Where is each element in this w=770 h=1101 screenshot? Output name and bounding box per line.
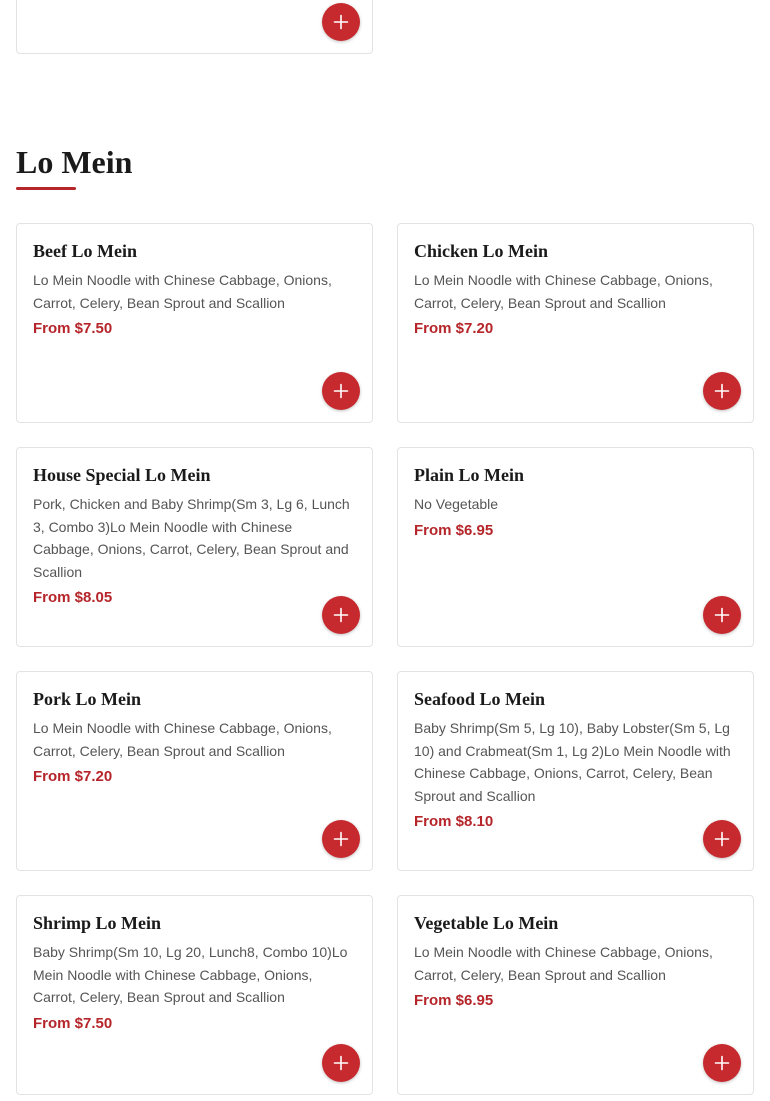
menu-item-price: From $8.10 <box>414 813 494 830</box>
plus-icon <box>333 831 349 847</box>
menu-item-name: Plain Lo Mein <box>414 465 525 485</box>
add-to-cart-button[interactable] <box>703 372 741 410</box>
add-to-cart-button[interactable] <box>703 820 741 858</box>
menu-item-price: From $7.50 <box>33 320 113 337</box>
menu-item-price: From $7.20 <box>414 320 494 337</box>
menu-item-description: No Vegetable <box>414 496 499 512</box>
add-to-cart-button[interactable] <box>322 3 360 41</box>
add-to-cart-button[interactable] <box>703 596 741 634</box>
add-to-cart-button[interactable] <box>703 1044 741 1082</box>
menu-item-card[interactable]: Seafood Lo Mein Baby Shrimp(Sm 5, Lg 10)… <box>397 671 754 871</box>
menu-item-card[interactable]: Beef Lo Mein Lo Mein Noodle with Chinese… <box>16 223 373 423</box>
menu-item-card[interactable]: House Special Lo Mein Pork, Chicken and … <box>16 447 373 647</box>
add-to-cart-button[interactable] <box>322 1044 360 1082</box>
section-title-underline <box>16 187 76 190</box>
menu-item-name: Seafood Lo Mein <box>414 689 546 709</box>
menu-item-card[interactable]: Shrimp Lo Mein Baby Shrimp(Sm 10, Lg 20,… <box>16 895 373 1095</box>
add-to-cart-button[interactable] <box>322 372 360 410</box>
menu-item-name: House Special Lo Mein <box>33 465 211 485</box>
menu-item-description: Lo Mein Noodle with Chinese Cabbage, Oni… <box>33 272 332 311</box>
menu-item-description: Lo Mein Noodle with Chinese Cabbage, Oni… <box>414 272 713 311</box>
menu-item-price: From $7.20 <box>33 768 113 785</box>
plus-icon <box>333 383 349 399</box>
menu-item-name: Chicken Lo Mein <box>414 241 549 261</box>
menu-item-card[interactable]: Vegetable Lo Mein Lo Mein Noodle with Ch… <box>397 895 754 1095</box>
menu-item-description: Pork, Chicken and Baby Shrimp(Sm 3, Lg 6… <box>33 496 350 580</box>
menu-item-price: From $8.05 <box>33 589 113 606</box>
add-to-cart-button[interactable] <box>322 596 360 634</box>
menu-item-description: Baby Shrimp(Sm 5, Lg 10), Baby Lobster(S… <box>414 720 731 804</box>
menu-item-card[interactable]: Pork Lo Mein Lo Mein Noodle with Chinese… <box>16 671 373 871</box>
menu-item-name: Beef Lo Mein <box>33 241 137 261</box>
menu-item-description: Lo Mein Noodle with Chinese Cabbage, Oni… <box>414 944 713 983</box>
menu-item-card[interactable]: Plain Lo Mein No Vegetable From $6.95 <box>397 447 754 647</box>
plus-icon <box>714 607 730 623</box>
menu-item-description: Lo Mein Noodle with Chinese Cabbage, Oni… <box>33 720 332 759</box>
previous-section-card <box>16 0 373 54</box>
plus-icon <box>714 383 730 399</box>
menu-item-price: From $7.50 <box>33 1014 113 1032</box>
section-title: Lo Mein <box>16 144 133 180</box>
plus-icon <box>333 607 349 623</box>
plus-icon <box>333 14 349 30</box>
menu-item-price: From $6.95 <box>414 992 494 1009</box>
menu-item-card[interactable]: Chicken Lo Mein Lo Mein Noodle with Chin… <box>397 223 754 423</box>
menu-item-name: Vegetable Lo Mein <box>414 913 559 933</box>
menu-item-name: Pork Lo Mein <box>33 689 141 709</box>
menu-item-price: From $6.95 <box>414 521 494 539</box>
menu-item-description: Baby Shrimp(Sm 10, Lg 20, Lunch8, Combo … <box>33 944 348 1005</box>
plus-icon <box>714 831 730 847</box>
plus-icon <box>333 1055 349 1071</box>
menu-item-name: Shrimp Lo Mein <box>33 913 162 933</box>
plus-icon <box>714 1055 730 1071</box>
add-to-cart-button[interactable] <box>322 820 360 858</box>
